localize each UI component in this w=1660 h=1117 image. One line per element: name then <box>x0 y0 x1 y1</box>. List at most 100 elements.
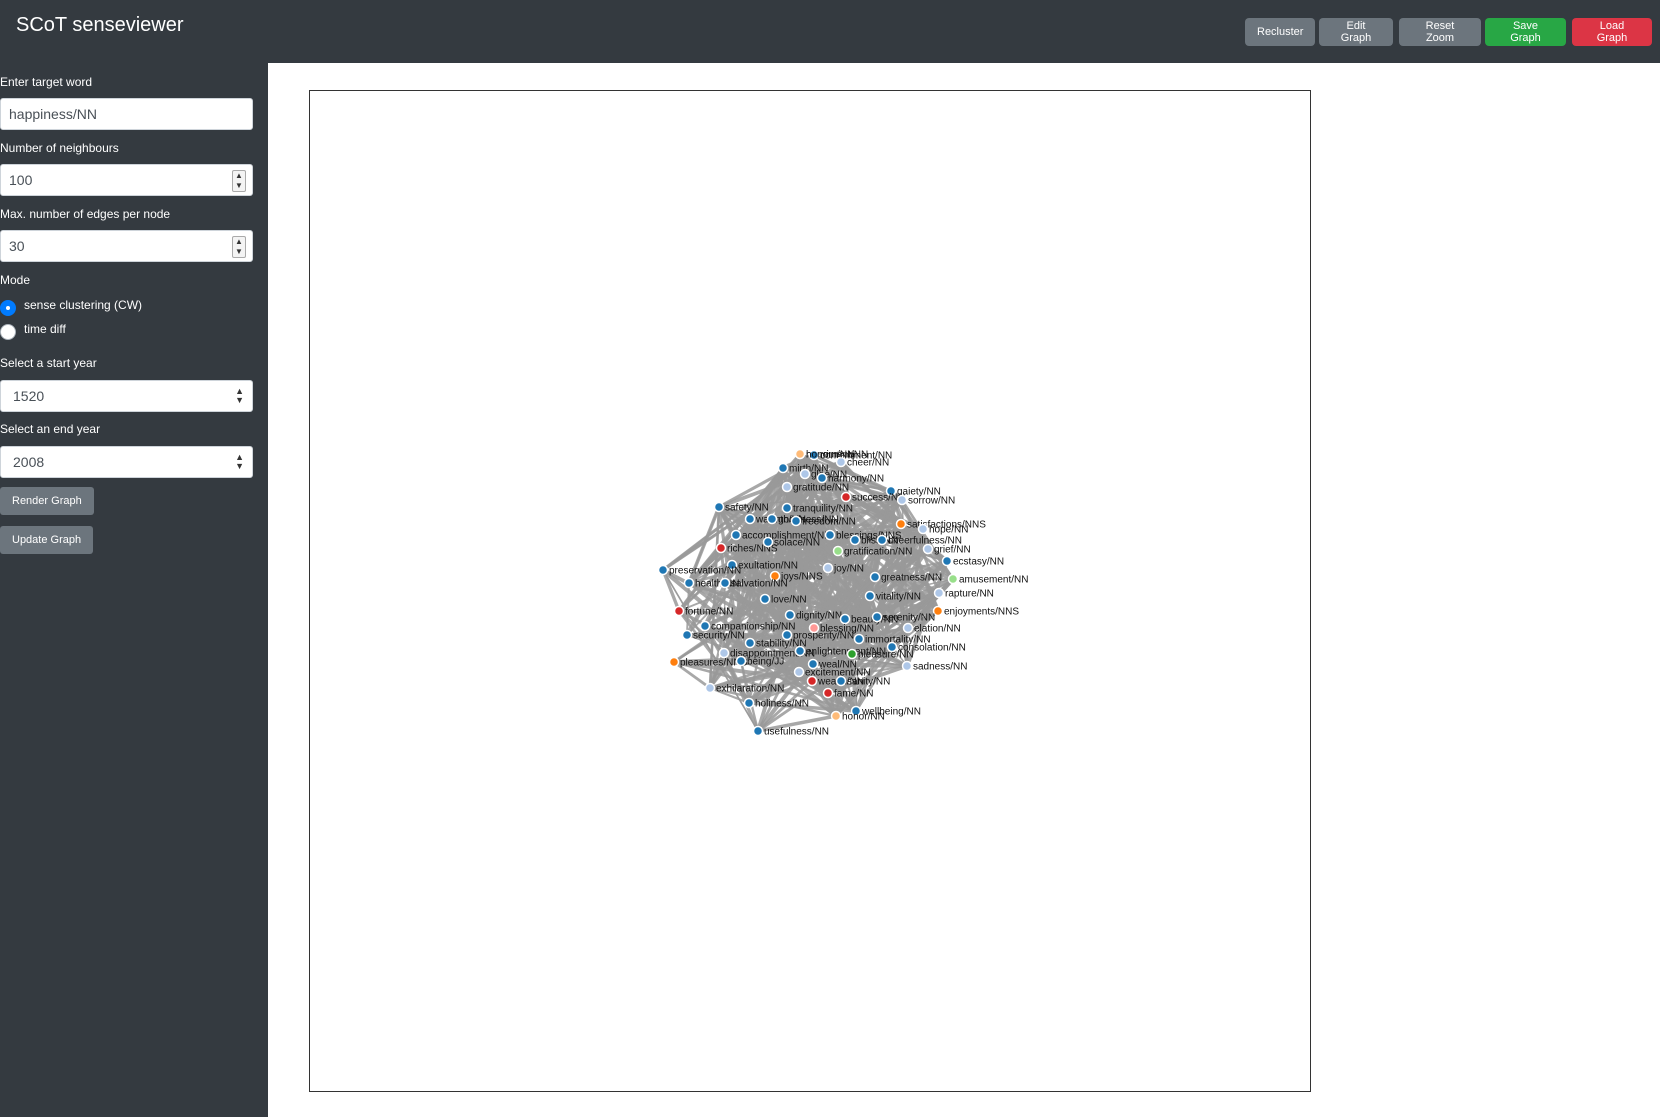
save-graph-button[interactable]: Save Graph <box>1485 18 1566 46</box>
graph-node[interactable]: pleasures/NNS <box>668 656 748 669</box>
edges-stepper[interactable]: ▲ ▼ <box>232 236 246 258</box>
graph-canvas[interactable]: merriment/NN contentment/NN cheer/NN mirth/… <box>309 90 1311 1092</box>
graph-node-circle[interactable] <box>830 710 842 722</box>
graph-node-circle[interactable] <box>822 687 834 699</box>
graph-node[interactable]: sadness/NN <box>901 660 968 673</box>
graph-node-circle[interactable] <box>735 655 747 667</box>
start-year-select[interactable]: 1520 ▲ ▼ <box>0 380 253 412</box>
graph-node-circle[interactable] <box>699 620 711 632</box>
graph-node-circle[interactable] <box>895 518 907 530</box>
graph-node-circle[interactable] <box>781 481 793 493</box>
graph-node-circle[interactable] <box>846 648 858 660</box>
graph-node[interactable]: holiness/NN <box>743 697 809 710</box>
graph-svg[interactable]: merriment/NNcontentment/NNcheer/NNmirth/… <box>310 91 1310 1091</box>
neighbours-input[interactable]: 100 ▲ ▼ <box>0 164 253 196</box>
end-year-select[interactable]: 2008 ▲ ▼ <box>0 446 253 478</box>
graph-node-circle[interactable] <box>917 523 929 535</box>
graph-node-circle[interactable] <box>681 629 693 641</box>
graph-node[interactable]: honor/NN <box>830 710 885 723</box>
graph-node-circle[interactable] <box>922 543 934 555</box>
recluster-button[interactable]: Recluster <box>1245 18 1315 46</box>
stepper-up-icon[interactable]: ▲ <box>233 237 245 247</box>
graph-node[interactable]: amusement/NN <box>947 573 1029 586</box>
graph-node-circle[interactable] <box>673 605 685 617</box>
graph-node-circle[interactable] <box>816 472 828 484</box>
graph-node-circle[interactable] <box>799 468 811 480</box>
graph-node-circle[interactable] <box>790 515 802 527</box>
graph-node[interactable]: freedom/NN <box>790 515 856 528</box>
graph-node[interactable]: joy/NN <box>822 562 865 575</box>
graph-node-circle[interactable] <box>793 666 805 678</box>
graph-node-circle[interactable] <box>902 622 914 634</box>
mode-radio-time-diff[interactable] <box>0 324 16 340</box>
graph-node-circle[interactable] <box>824 529 836 541</box>
graph-node-circle[interactable] <box>853 633 865 645</box>
graph-node-circle[interactable] <box>743 697 755 709</box>
graph-node-circle[interactable] <box>933 587 945 599</box>
graph-node-circle[interactable] <box>822 562 834 574</box>
graph-node-circle[interactable] <box>762 536 774 548</box>
graph-node-circle[interactable] <box>794 645 806 657</box>
graph-node-circle[interactable] <box>777 462 789 474</box>
graph-node[interactable]: usefulness/NN <box>752 725 830 738</box>
graph-node-circle[interactable] <box>901 660 913 672</box>
edges-input[interactable]: 30 ▲ ▼ <box>0 230 253 262</box>
graph-node[interactable]: preservation/NN <box>657 564 742 577</box>
graph-node-circle[interactable] <box>730 529 742 541</box>
graph-node-circle[interactable] <box>713 501 725 513</box>
graph-node-circle[interactable] <box>849 534 861 546</box>
edit-graph-button[interactable]: Edit Graph <box>1319 18 1393 46</box>
graph-node[interactable]: gratitude/NN <box>781 481 850 494</box>
mode-option-sense-clustering[interactable]: sense clustering (CW) <box>24 298 142 312</box>
graph-node-circle[interactable] <box>947 573 959 585</box>
graph-node-circle[interactable] <box>839 613 851 625</box>
graph-node-circle[interactable] <box>718 647 730 659</box>
graph-node-circle[interactable] <box>840 491 852 503</box>
update-graph-button[interactable]: Update Graph <box>0 526 94 554</box>
graph-node-circle[interactable] <box>759 593 771 605</box>
graph-node[interactable]: success/NN <box>840 491 906 504</box>
stepper-up-icon[interactable]: ▲ <box>233 171 245 181</box>
graph-node-circle[interactable] <box>657 564 669 576</box>
graph-node-circle[interactable] <box>766 513 778 525</box>
mode-option-time-diff[interactable]: time diff <box>24 322 66 336</box>
render-graph-button[interactable]: Render Graph <box>0 487 94 515</box>
graph-node-circle[interactable] <box>864 590 876 602</box>
mode-radio-sense-clustering[interactable] <box>0 300 16 316</box>
load-graph-button[interactable]: Load Graph <box>1572 18 1652 46</box>
graph-node[interactable]: hope/NN <box>917 523 969 536</box>
graph-node[interactable]: gratification/NN <box>832 545 913 558</box>
graph-node[interactable]: greatness/NN <box>869 571 943 584</box>
graph-node[interactable]: security/NN <box>681 629 745 642</box>
neighbours-stepper[interactable]: ▲ ▼ <box>232 170 246 192</box>
graph-node-circle[interactable] <box>871 611 883 623</box>
reset-zoom-button[interactable]: Reset Zoom <box>1399 18 1481 46</box>
graph-node-circle[interactable] <box>832 545 844 557</box>
graph-node-circle[interactable] <box>719 577 731 589</box>
graph-node-circle[interactable] <box>744 513 756 525</box>
graph-node-circle[interactable] <box>683 577 695 589</box>
graph-node-circle[interactable] <box>835 675 847 687</box>
graph-node[interactable]: salvation/NN <box>719 577 788 590</box>
graph-node-circle[interactable] <box>941 555 953 567</box>
graph-node-circle[interactable] <box>876 534 888 546</box>
graph-node[interactable]: tranquility/NN <box>781 502 854 515</box>
graph-node[interactable]: pleasure/NN <box>846 648 914 661</box>
graph-node[interactable]: exhilaration/NN <box>704 682 785 695</box>
graph-node-circle[interactable] <box>668 656 680 668</box>
graph-node[interactable]: ecstasy/NN <box>941 555 1005 568</box>
stepper-down-icon[interactable]: ▼ <box>233 181 245 191</box>
graph-node-circle[interactable] <box>744 637 756 649</box>
graph-node-circle[interactable] <box>781 502 793 514</box>
graph-node-circle[interactable] <box>704 682 716 694</box>
graph-node-circle[interactable] <box>784 609 796 621</box>
graph-node-circle[interactable] <box>715 542 727 554</box>
graph-node[interactable]: enjoyments/NNS <box>932 605 1020 618</box>
graph-node-circle[interactable] <box>896 494 908 506</box>
stepper-down-icon[interactable]: ▼ <box>233 247 245 257</box>
graph-node-circle[interactable] <box>752 725 764 737</box>
graph-node-circle[interactable] <box>806 675 818 687</box>
target-word-input[interactable]: happiness/NN <box>0 98 253 130</box>
graph-node-circle[interactable] <box>869 571 881 583</box>
graph-node-circle[interactable] <box>794 448 806 460</box>
